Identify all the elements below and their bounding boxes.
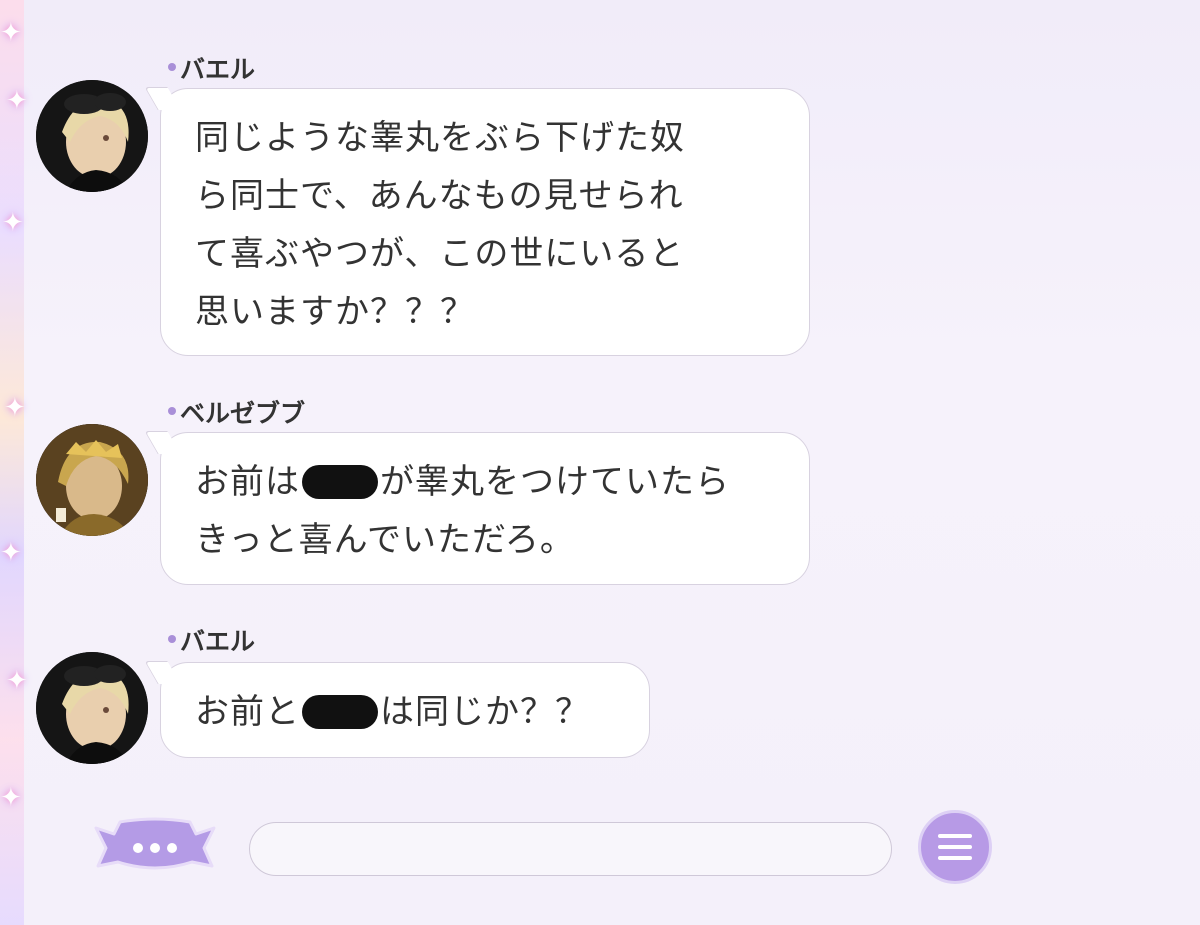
censor-mark (302, 465, 378, 499)
sender-name: ベルゼブブ (168, 394, 305, 430)
sender-dot (168, 63, 176, 71)
message-input[interactable] (249, 822, 892, 876)
avatar[interactable] (36, 424, 148, 536)
avatar[interactable] (36, 80, 148, 192)
sparkle-icon: ✦ (4, 393, 26, 423)
sender-name: バエル (168, 50, 255, 86)
message-line: 思いますか？？？ (195, 292, 475, 332)
menu-button[interactable] (918, 810, 992, 884)
chat-screen: ✦ ✦ ✦ ✦ ✦ ✦ ✦ バエル 同じような睾丸をぶら下げた奴 ら同士で、あん… (0, 0, 1200, 925)
message-text: お前は (195, 462, 300, 502)
message-text: は同じか？？ (380, 692, 590, 732)
sender-dot (168, 407, 176, 415)
sender-name-text: バエル (180, 55, 256, 84)
avatar[interactable] (36, 652, 148, 764)
sparkle-icon: ✦ (0, 538, 22, 568)
sparkle-icon: ✦ (2, 208, 24, 238)
message-line: て喜ぶやつが、この世にいると (195, 234, 685, 274)
sender-name-text: バエル (180, 627, 256, 656)
sparkle-icon: ✦ (6, 86, 28, 116)
message-line: お前は が睾丸をつけていたら (195, 453, 775, 511)
message-bubble: お前は が睾丸をつけていたら きっと喜んでいただろ。 (160, 432, 810, 585)
sparkle-icon: ✦ (0, 18, 22, 48)
message-line: きっと喜んでいただろ。 (195, 520, 575, 560)
speech-bubble-dots-icon (94, 817, 216, 870)
message-bubble: 同じような睾丸をぶら下げた奴 ら同士で、あんなもの見せられ て喜ぶやつが、この世… (160, 88, 810, 356)
sparkle-icon: ✦ (6, 666, 28, 696)
input-bar (0, 800, 1200, 900)
message-bubble: お前と は同じか？？ (160, 662, 650, 758)
message-text: お前と (195, 692, 300, 732)
sender-dot (168, 635, 176, 643)
message-line: 同じような睾丸をぶら下げた奴 (195, 118, 685, 158)
more-button[interactable] (92, 812, 218, 882)
sender-name-text: ベルゼブブ (180, 399, 306, 428)
censor-mark (302, 695, 378, 729)
message-line: ら同士で、あんなもの見せられ (195, 176, 684, 216)
message-line: お前と は同じか？？ (195, 683, 615, 741)
message-text: が睾丸をつけていたら (380, 462, 730, 502)
sender-name: バエル (168, 622, 255, 658)
